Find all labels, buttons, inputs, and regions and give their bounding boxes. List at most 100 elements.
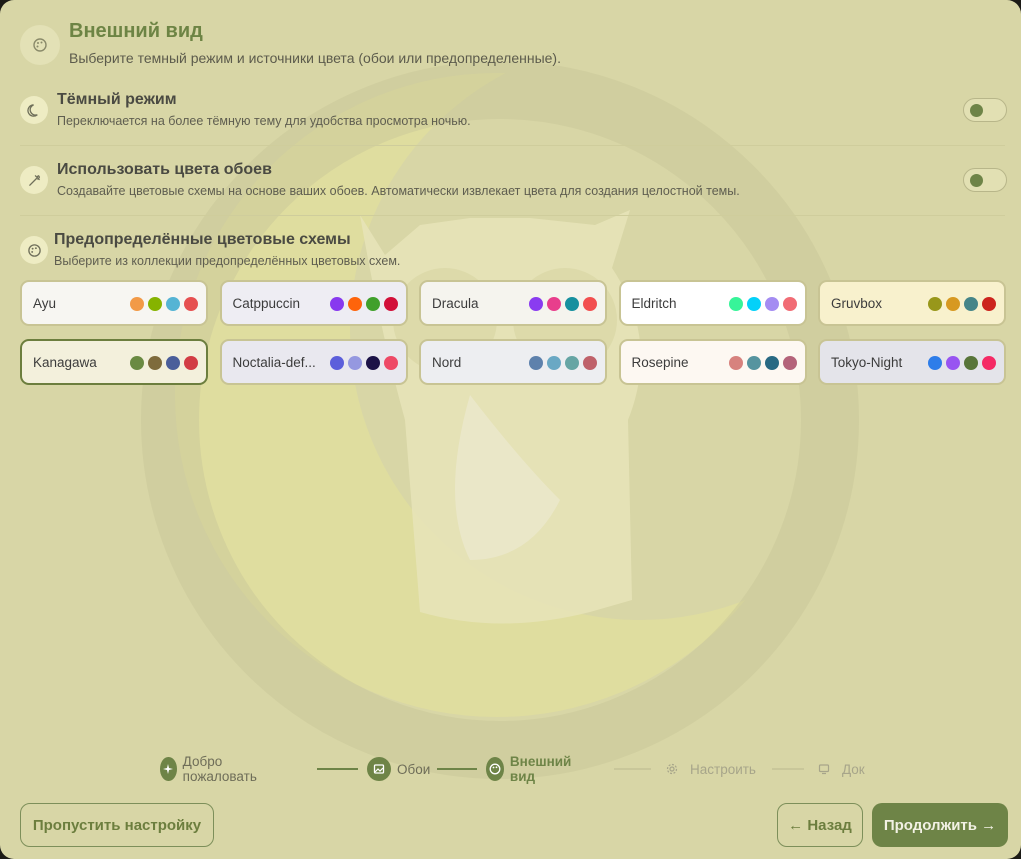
palette-icon [486,757,504,781]
color-swatch [383,297,398,311]
color-swatch [383,356,398,370]
scheme-name: Catppuccin [232,296,301,311]
scheme-card-gruvbox[interactable]: Gruvbox [818,280,1006,326]
color-swatch [529,356,543,370]
back-button[interactable]: ← Назад [777,803,863,847]
scheme-swatches [928,297,996,311]
step-label: Внешний вид [509,754,572,784]
color-swatch [728,297,743,311]
scheme-swatches [329,297,398,311]
step-monitor: Док [812,756,865,782]
palette-icon [20,236,48,264]
color-swatch [764,356,779,370]
scheme-card-rosepine[interactable]: Rosepine [618,339,807,385]
stepper-connector [772,768,804,770]
step-label: Док [842,761,865,777]
color-swatch [583,297,597,311]
color-swatch [982,356,996,370]
color-swatch [184,356,198,370]
scheme-name: Nord [432,355,462,370]
color-swatch [565,356,579,370]
step-gear: Настроить [660,756,756,782]
step-label: Настроить [690,761,756,777]
scheme-swatches [728,297,797,311]
color-swatch [166,356,180,370]
wallpaper-colors-description: Создавайте цветовые схемы на основе ваши… [57,184,740,198]
color-swatch [529,297,543,311]
scheme-card-kanagawa[interactable]: Kanagawa [20,339,208,385]
scheme-name: Ayu [33,296,57,311]
step-image: Обои [367,756,430,782]
color-swatch [746,356,761,370]
scheme-name: Eldritch [631,296,677,311]
color-swatch [130,356,144,370]
scheme-name: Noctalia-def... [232,355,316,370]
image-icon [367,757,391,781]
dark-mode-toggle[interactable] [963,98,1007,122]
moon-owl-background [141,40,930,779]
scheme-card-eldritch[interactable]: Eldritch [618,280,807,326]
sparkles-icon [160,757,177,781]
scheme-swatches [130,297,198,311]
color-swatch [928,356,942,370]
step-palette: Внешний вид [486,754,577,784]
color-swatch [565,297,579,311]
step-label: Обои [397,761,431,777]
divider [20,215,1005,216]
color-swatch [547,297,561,311]
stepper-connector [614,768,651,770]
color-swatch [782,297,797,311]
step-label: Добро пожаловать [182,754,257,784]
color-swatch [347,297,362,311]
schemes-description: Выберите из коллекции предопределённых ц… [54,254,401,268]
color-swatch [728,356,743,370]
color-swatch [964,356,978,370]
scheme-card-catppuccin[interactable]: Catppuccin [219,280,408,326]
color-swatch [329,356,344,370]
color-swatch [583,356,597,370]
scheme-name: Kanagawa [33,355,97,370]
monitor-icon [812,757,836,781]
scheme-name: Tokyo-Night [831,355,903,370]
color-swatch [928,297,942,311]
color-swatch [764,297,779,311]
divider [20,145,1005,146]
wallpaper-colors-toggle[interactable] [963,168,1007,192]
continue-button[interactable]: Продолжить → [872,803,1008,847]
dark-mode-title: Тёмный режим [57,91,177,108]
color-swatch [782,356,797,370]
color-swatch [184,297,198,311]
moon-icon [20,96,48,124]
scheme-name: Dracula [432,296,479,311]
color-swatch [365,297,380,311]
skip-setup-button[interactable]: Пропустить настройку [20,803,214,847]
scheme-swatches [329,356,398,370]
step-sparkles: Добро пожаловать [160,754,264,784]
color-swatch [547,356,561,370]
stepper-connector [437,768,477,770]
color-swatch [329,297,344,311]
stepper-connector [317,768,358,770]
color-swatch [746,297,761,311]
setup-window: Внешний вид Выберите темный режим и исто… [0,0,1021,859]
color-swatch [148,356,162,370]
color-swatch [946,356,960,370]
scheme-card-ayu[interactable]: Ayu [20,280,208,326]
color-swatch [130,297,144,311]
scheme-name: Gruvbox [831,296,883,311]
scheme-name: Rosepine [631,355,689,370]
scheme-card-noctalia-def[interactable]: Noctalia-def... [219,339,408,385]
schemes-title: Предопределённые цветовые схемы [54,231,351,248]
color-swatch [964,297,978,311]
pipette-icon [20,166,48,194]
scheme-card-nord[interactable]: Nord [419,339,607,385]
page-title: Внешний вид [69,20,203,42]
color-swatch [166,297,180,311]
dark-mode-description: Переключается на более тёмную тему для у… [57,114,471,128]
scheme-swatches [529,356,597,370]
scheme-card-dracula[interactable]: Dracula [419,280,607,326]
color-swatch [982,297,996,311]
color-swatch [148,297,162,311]
scheme-card-tokyo-night[interactable]: Tokyo-Night [818,339,1006,385]
scheme-swatches [130,356,198,370]
